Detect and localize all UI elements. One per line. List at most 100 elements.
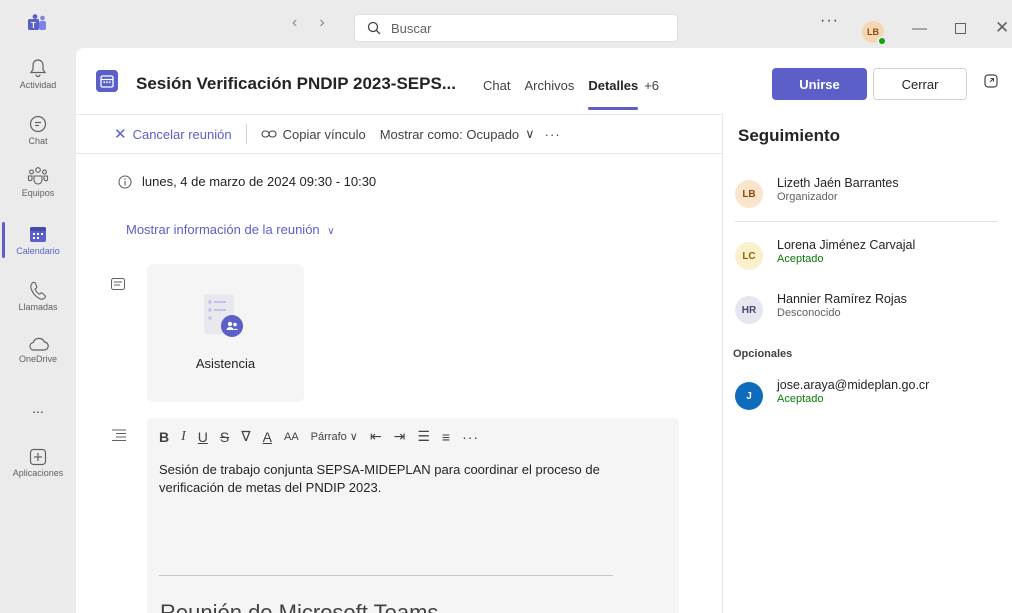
rail-item-apps[interactable]: Aplicaciones xyxy=(0,448,76,478)
close-icon: ✕ xyxy=(114,126,127,143)
panel-divider xyxy=(735,221,997,222)
rail-item-onedrive[interactable]: OneDrive xyxy=(0,336,76,364)
more-icon: ... xyxy=(32,400,44,416)
rail-label: Calendario xyxy=(16,246,60,256)
search-placeholder: Buscar xyxy=(391,20,432,36)
tracking-panel: Seguimiento LB Lizeth Jaén Barrantes Org… xyxy=(722,114,1012,613)
popout-icon[interactable] xyxy=(984,74,998,88)
person-name: Lizeth Jaén Barrantes xyxy=(777,176,899,190)
chevron-down-icon[interactable]: ∨ xyxy=(525,126,535,142)
tracking-title: Seguimiento xyxy=(738,126,841,145)
cancel-meeting-button[interactable]: ✕ Cancelar reunión xyxy=(114,125,232,143)
calendar-icon xyxy=(30,227,46,242)
app-rail: Actividad Chat Equipos Calendario Llamad… xyxy=(0,48,76,613)
close-button[interactable]: Cerrar xyxy=(873,68,967,100)
numbered-list-icon[interactable]: ≡ xyxy=(442,429,450,445)
attendance-card[interactable]: Asistencia xyxy=(147,264,304,402)
tab-files[interactable]: Archivos xyxy=(524,78,574,93)
plus-square-icon xyxy=(29,448,47,466)
user-avatar[interactable]: LB xyxy=(862,21,887,46)
tab-details[interactable]: Detalles xyxy=(588,78,638,110)
rail-item-more[interactable]: ... xyxy=(0,400,76,416)
person-status: Desconocido xyxy=(777,307,841,319)
settings-more-button[interactable]: ··· xyxy=(820,12,839,30)
person-status: Aceptado xyxy=(777,393,824,405)
chevron-down-icon: ∨ xyxy=(327,226,335,237)
meeting-toolbar: ✕ Cancelar reunión Copiar vínculo Mostra… xyxy=(76,114,722,154)
attendee-entry[interactable]: LC Lorena Jiménez Carvajal Aceptado xyxy=(735,238,1005,274)
forward-arrow-icon[interactable]: › xyxy=(319,14,324,32)
rail-item-calls[interactable]: Llamadas xyxy=(0,280,76,312)
person-name: Hannier Ramírez Rojas xyxy=(777,292,907,306)
link-icon xyxy=(261,130,277,138)
tab-more-tabs[interactable]: +6 xyxy=(644,78,659,93)
svg-text:T: T xyxy=(31,21,36,30)
toolbar-more-button[interactable]: ··· xyxy=(545,127,561,142)
presence-available-icon xyxy=(877,36,887,46)
attendee-entry[interactable]: HR Hannier Ramírez Rojas Desconocido xyxy=(735,292,1005,328)
maximize-button[interactable] xyxy=(955,23,966,34)
organizer-entry[interactable]: LB Lizeth Jaén Barrantes Organizador xyxy=(735,176,1005,212)
avatar: LC xyxy=(735,242,763,270)
rail-item-calendar[interactable]: Calendario xyxy=(0,222,76,258)
notes-icon xyxy=(111,278,125,290)
highlight-icon[interactable]: ∇ xyxy=(241,428,250,445)
editor-more-icon[interactable]: ··· xyxy=(462,429,479,445)
minimize-button[interactable]: — xyxy=(912,20,927,37)
underline-icon[interactable]: U xyxy=(198,429,208,445)
rail-item-activity[interactable]: Actividad xyxy=(0,58,76,90)
tab-chat[interactable]: Chat xyxy=(483,78,510,93)
phone-icon xyxy=(30,281,46,300)
rail-label: Equipos xyxy=(21,188,55,198)
person-status: Aceptado xyxy=(777,253,824,265)
bulleted-list-icon[interactable]: ☰ xyxy=(417,428,430,445)
join-button[interactable]: Unirse xyxy=(772,68,867,100)
bold-icon[interactable]: B xyxy=(159,429,169,445)
close-window-button[interactable]: ✕ xyxy=(995,18,1009,38)
meeting-notes-editor[interactable]: B I U S ∇ A AA Párrafo ∨ ⇤ ⇥ ☰ ≡ ··· Ses… xyxy=(147,418,679,613)
divider-line xyxy=(159,575,613,576)
rail-label: Llamadas xyxy=(18,302,58,312)
avatar: LB xyxy=(735,180,763,208)
formatting-toolbar: B I U S ∇ A AA Párrafo ∨ ⇤ ⇥ ☰ ≡ ··· xyxy=(159,428,479,445)
formatting-icon xyxy=(112,429,126,441)
font-color-icon[interactable]: A xyxy=(263,429,272,445)
teams-logo-icon[interactable]: T xyxy=(26,14,48,34)
rail-item-chat[interactable]: Chat xyxy=(0,114,76,146)
strikethrough-icon[interactable]: S xyxy=(220,429,229,445)
meeting-datetime-row: lunes, 4 de marzo de 2024 09:30 - 10:30 xyxy=(118,174,376,189)
person-status: Organizador xyxy=(777,191,838,203)
cloud-icon xyxy=(29,337,49,351)
search-input[interactable]: Buscar xyxy=(354,14,678,42)
meeting-description: Sesión de trabajo conjunta SEPSA-MIDEPLA… xyxy=(159,462,600,495)
teams-meeting-heading: Reunión de Microsoft Teams xyxy=(160,600,439,613)
chat-icon xyxy=(29,115,47,133)
title-bar: T ‹ › Buscar ··· LB — ✕ xyxy=(0,0,1012,48)
copy-link-button[interactable]: Copiar vínculo xyxy=(261,127,366,142)
back-arrow-icon[interactable]: ‹ xyxy=(292,14,297,32)
avatar: HR xyxy=(735,296,763,324)
info-icon xyxy=(118,174,132,189)
optional-heading: Opcionales xyxy=(733,348,793,360)
font-size-icon[interactable]: AA xyxy=(284,431,299,443)
meeting-details-pane: Sesión Verificación PNDIP 2023-SEPS... C… xyxy=(76,48,1012,613)
person-name: jose.araya@mideplan.go.cr xyxy=(777,378,930,392)
meeting-title: Sesión Verificación PNDIP 2023-SEPS... xyxy=(136,74,456,93)
toolbar-divider xyxy=(245,124,247,144)
meeting-header: Sesión Verificación PNDIP 2023-SEPS... C… xyxy=(76,48,1012,114)
rail-label: Aplicaciones xyxy=(12,468,64,478)
italic-icon[interactable]: I xyxy=(181,429,186,445)
rail-label: Chat xyxy=(28,136,48,146)
optional-attendee-entry[interactable]: J jose.araya@mideplan.go.cr Aceptado xyxy=(735,378,1005,414)
show-as-dropdown[interactable]: Mostrar como: Ocupado xyxy=(380,127,519,142)
paragraph-style-dropdown[interactable]: Párrafo ∨ xyxy=(311,430,358,443)
rail-item-teams[interactable]: Equipos xyxy=(0,166,76,198)
attendance-icon xyxy=(204,294,243,337)
bell-icon xyxy=(29,59,47,78)
rail-label: OneDrive xyxy=(18,354,57,364)
decrease-indent-icon[interactable]: ⇤ xyxy=(370,428,382,445)
increase-indent-icon[interactable]: ⇥ xyxy=(394,428,406,445)
cancel-meeting-label: Cancelar reunión xyxy=(132,126,232,142)
show-meeting-info-link[interactable]: Mostrar información de la reunión ∨ xyxy=(126,222,335,237)
show-meeting-info-label: Mostrar información de la reunión xyxy=(126,222,320,237)
